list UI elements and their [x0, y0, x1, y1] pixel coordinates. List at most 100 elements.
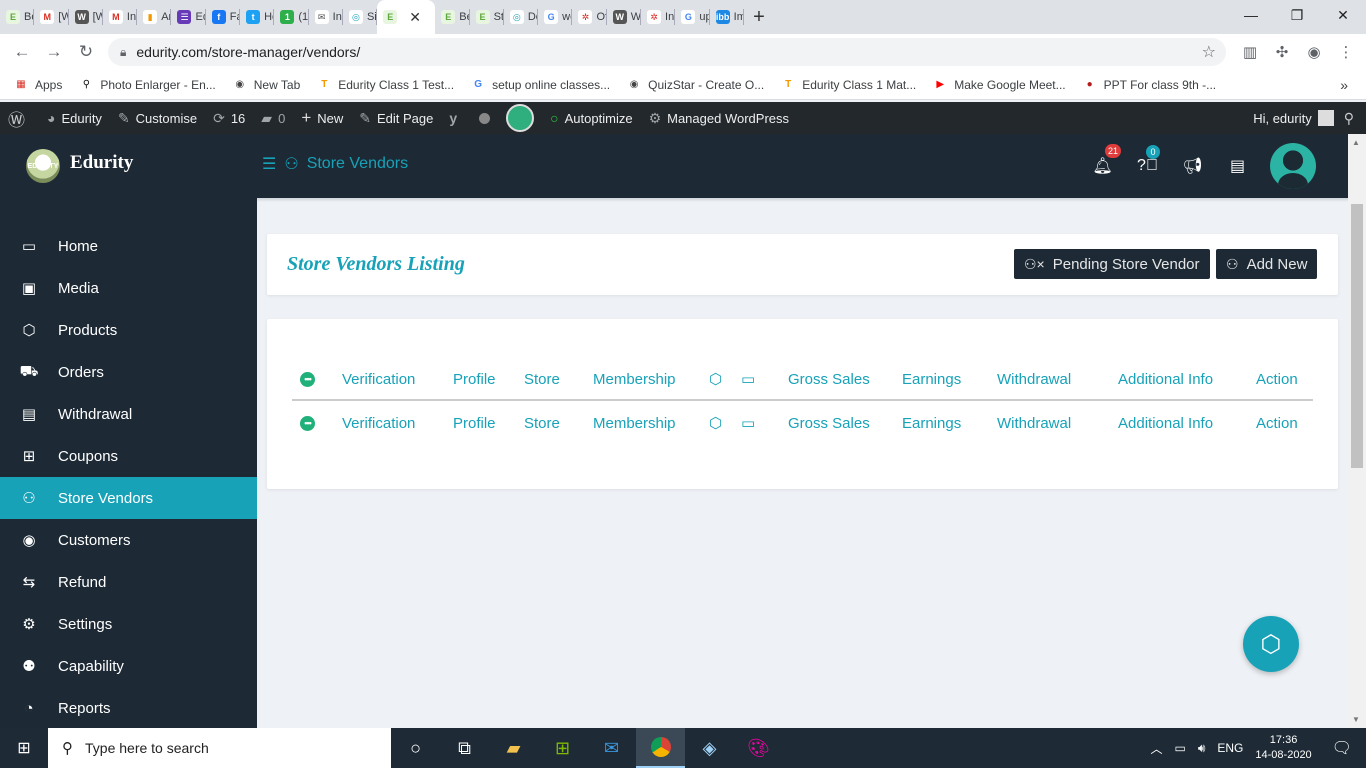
column-header-store[interactable]: Store	[524, 415, 560, 432]
sidebar-item-orders[interactable]: ⛟ Orders	[0, 351, 257, 393]
notifications-bell-icon[interactable]: 🔔︎ 21	[1080, 144, 1125, 176]
browser-tab[interactable]: ibb Im	[710, 0, 744, 34]
book-icon[interactable]: ▤	[1215, 156, 1260, 176]
hamburger-icon[interactable]: ☰	[262, 154, 276, 174]
bookmark-item[interactable]: ▶ Make Google Meet...	[933, 78, 1065, 92]
wp-edit-page-link[interactable]: ✎ Edit Page	[351, 110, 441, 127]
file-explorer-icon[interactable]: ▰	[489, 728, 538, 768]
wp-autoptimize-link[interactable]: ○ Autoptimize	[542, 110, 640, 126]
store-icon[interactable]: ⊞	[538, 728, 587, 768]
close-tab-icon[interactable]: ✕	[409, 9, 421, 26]
cortana-icon[interactable]: ○	[391, 728, 440, 768]
column-header-additional-info[interactable]: Additional Info	[1118, 371, 1213, 388]
profile-icon[interactable]: ◉	[1298, 43, 1330, 61]
sidebar-item-refund[interactable]: ⇆ Refund	[0, 561, 257, 603]
scroll-up-icon[interactable]: ▲	[1352, 138, 1360, 147]
browser-tab[interactable]: M [W	[34, 0, 69, 34]
browser-tab[interactable]: Gwc	[538, 0, 573, 34]
browser-tab[interactable]: E ✕	[377, 0, 436, 34]
wp-new-link[interactable]: + New	[293, 108, 351, 128]
wp-search-icon[interactable]: ⚲	[1344, 110, 1354, 127]
sidebar-item-media[interactable]: ▣ Media	[0, 267, 257, 309]
bookmark-item[interactable]: T Edurity Class 1 Mat...	[781, 78, 916, 92]
tray-chevron-icon[interactable]: ︿	[1150, 740, 1162, 757]
wp-account[interactable]: Hi, edurity ⚲	[1253, 102, 1366, 134]
notification-center-icon[interactable]: 🗨︎	[1332, 738, 1352, 758]
browser-tab[interactable]: 1(1)	[274, 0, 309, 34]
bookmark-star-icon[interactable]: ☆	[1202, 42, 1216, 62]
browser-tab[interactable]: ▮An	[137, 0, 172, 34]
wp-customise-link[interactable]: ✎ Customise	[110, 110, 205, 127]
mail-icon[interactable]: ✉	[587, 728, 636, 768]
floating-cube-button[interactable]: ⬡	[1243, 616, 1299, 672]
bookmark-item[interactable]: ● PPT For class 9th -...	[1083, 78, 1217, 92]
browser-tab[interactable]: Gup	[675, 0, 710, 34]
plugin-badge-icon[interactable]	[498, 104, 542, 132]
column-header-store[interactable]: Store	[524, 371, 560, 388]
language-indicator[interactable]: ENG	[1217, 741, 1243, 755]
column-header-verification[interactable]: Verification	[342, 371, 415, 388]
column-header-withdrawal[interactable]: Withdrawal	[997, 371, 1071, 388]
column-header-gross-sales[interactable]: Gross Sales	[788, 415, 870, 432]
volume-icon[interactable]: 🔊︎	[1198, 741, 1206, 756]
megaphone-icon[interactable]: 📢︎	[1170, 156, 1215, 176]
column-header-verification[interactable]: Verification	[342, 415, 415, 432]
minimize-icon[interactable]: —	[1228, 0, 1274, 30]
user-avatar[interactable]	[1270, 143, 1316, 189]
brand-name[interactable]: Edurity	[70, 152, 133, 174]
wp-comments-link[interactable]: ▰ 0	[253, 110, 293, 127]
column-header-additional-info[interactable]: Additional Info	[1118, 415, 1213, 432]
column-header-membership[interactable]: Membership	[593, 415, 676, 432]
sidebar-item-settings[interactable]: ⚙ Settings	[0, 603, 257, 645]
column-header-earnings[interactable]: Earnings	[902, 415, 961, 432]
sidebar-item-capability[interactable]: ⚉ Capability	[0, 645, 257, 687]
bookmark-item[interactable]: ◉ QuizStar - Create O...	[627, 78, 764, 92]
page-scrollbar[interactable]: ▲ ▼	[1348, 134, 1366, 728]
brand-logo[interactable]: EDURITY	[26, 149, 60, 183]
column-header-profile[interactable]: Profile	[453, 415, 496, 432]
paint-icon[interactable]: 🎨︎	[734, 728, 783, 768]
forward-icon[interactable]: →	[38, 42, 70, 62]
add-new-button[interactable]: ⚇ Add New	[1216, 249, 1318, 279]
browser-tab[interactable]: f Fa	[206, 0, 241, 34]
sidebar-item-customers[interactable]: ◉ Customers	[0, 519, 257, 561]
column-header-membership[interactable]: Membership	[593, 371, 676, 388]
scroll-thumb[interactable]	[1351, 204, 1363, 468]
browser-tab[interactable]: ✲Ins	[641, 0, 676, 34]
more-bookmarks-icon[interactable]: »	[1340, 77, 1348, 93]
browser-tab[interactable]: EStc	[470, 0, 504, 34]
notes-icon[interactable]: ◈	[685, 728, 734, 768]
scroll-down-icon[interactable]: ▼	[1352, 715, 1360, 724]
maximize-icon[interactable]: ❐	[1274, 0, 1320, 30]
windows-start-icon[interactable]: ⊞	[0, 728, 48, 768]
clock[interactable]: 17:36 14-08-2020	[1255, 733, 1311, 763]
wp-managed-link[interactable]: ⚙ Managed WordPress	[641, 110, 797, 127]
menu-icon[interactable]: ⋮	[1330, 43, 1362, 61]
column-header-action[interactable]: Action	[1256, 371, 1298, 388]
browser-tab[interactable]: ☰Ed	[171, 0, 206, 34]
bookmark-item[interactable]: Gsetup online classes...	[471, 78, 610, 92]
sidebar-item-home[interactable]: ▭ Home	[0, 225, 257, 267]
column-header-profile[interactable]: Profile	[453, 371, 496, 388]
wp-site-link[interactable]: ◕ Edurity	[39, 110, 110, 126]
sidebar-item-withdrawal[interactable]: ▤ Withdrawal	[0, 393, 257, 435]
back-icon[interactable]: ←	[6, 42, 38, 62]
url-input[interactable]: 🔒︎ edurity.com/store-manager/vendors/ ☆	[108, 38, 1226, 66]
browser-tab[interactable]: E Bo	[0, 0, 35, 34]
bookmark-item[interactable]: ⚲ Photo Enlarger - En...	[79, 78, 216, 92]
yoast-icon[interactable]: y	[441, 110, 471, 126]
column-header-action[interactable]: Action	[1256, 415, 1298, 432]
wp-updates-link[interactable]: ⟳ 16	[205, 110, 253, 127]
browser-tab[interactable]: WWc	[607, 0, 642, 34]
sidebar-item-store-vendors[interactable]: ⚇ Store Vendors	[0, 477, 257, 519]
extensions-icon[interactable]: ✣	[1266, 43, 1298, 61]
browser-tab[interactable]: ✲ Of	[572, 0, 607, 34]
browser-tab[interactable]: ✉Inl	[309, 0, 343, 34]
column-header-earnings[interactable]: Earnings	[902, 371, 961, 388]
browser-tab[interactable]: W [W	[69, 0, 103, 34]
close-window-icon[interactable]: ✕	[1320, 0, 1366, 30]
browser-tab[interactable]: ◎Dc	[504, 0, 539, 34]
task-view-icon[interactable]: ⧉	[440, 728, 489, 768]
column-header-gross-sales[interactable]: Gross Sales	[788, 371, 870, 388]
battery-icon[interactable]: ▭	[1174, 741, 1185, 755]
